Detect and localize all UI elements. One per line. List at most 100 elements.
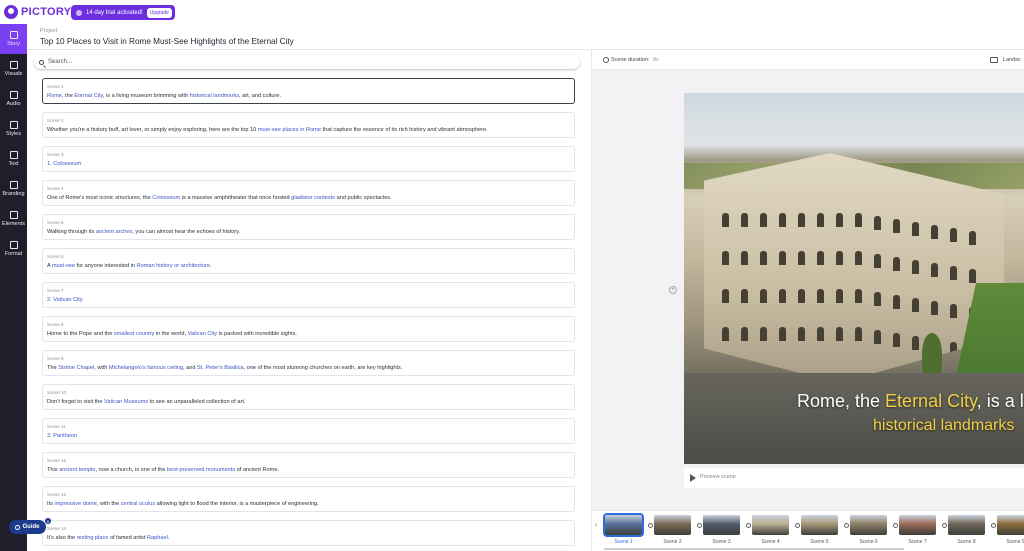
- preview-scene-bar[interactable]: Preview scene: [684, 468, 1024, 488]
- scene-card[interactable]: Scene 13 Its impressive dome, with the ce…: [42, 486, 575, 512]
- highlighted-keyword[interactable]: ancient arches: [96, 229, 132, 235]
- scene-text[interactable]: It's also the resting place of famed art…: [47, 535, 574, 541]
- scene-text[interactable]: Don't forget to visit the Vatican Museum…: [47, 399, 574, 405]
- thumbnail-image[interactable]: [850, 515, 887, 535]
- transition-icon[interactable]: [942, 523, 947, 528]
- scene-text[interactable]: A must-see for anyone interested in Roma…: [47, 263, 574, 269]
- transition-icon[interactable]: [991, 523, 996, 528]
- thumbnail-image[interactable]: [654, 515, 691, 535]
- scene-card[interactable]: Scene 4 One of Rome's most iconic structu…: [42, 180, 575, 206]
- highlighted-keyword[interactable]: Vatican City: [188, 331, 217, 337]
- highlighted-keyword[interactable]: central oculus: [121, 501, 156, 507]
- scene-card[interactable]: Scene 7 2. Vatican City: [42, 282, 575, 308]
- transition-icon[interactable]: [893, 523, 898, 528]
- rail-item-elements[interactable]: Elements: [0, 204, 27, 234]
- scene-card[interactable]: Scene 8 Home to the Pope and the smallest…: [42, 316, 575, 342]
- scene-card[interactable]: Scene 3 1. Colosseum: [42, 146, 575, 172]
- transition-icon[interactable]: [795, 523, 800, 528]
- rail-item-text[interactable]: Text: [0, 144, 27, 174]
- highlighted-keyword[interactable]: Colosseum: [152, 195, 180, 201]
- rail-item-story[interactable]: Story: [0, 24, 27, 54]
- preview-scene-label[interactable]: Preview scene: [700, 474, 736, 480]
- thumbnail-image[interactable]: [703, 515, 740, 535]
- scene-text[interactable]: 3. Pantheon: [47, 433, 574, 439]
- highlighted-keyword[interactable]: Eternal City: [74, 93, 103, 99]
- thumbnail-image[interactable]: [997, 515, 1024, 535]
- highlighted-keyword[interactable]: must-see places in Rome: [258, 127, 321, 133]
- scene-card[interactable]: Scene 10 Don't forget to visit the Vatica…: [42, 384, 575, 410]
- highlighted-keyword[interactable]: Rome: [47, 93, 62, 99]
- highlighted-keyword[interactable]: historical landmarks: [190, 93, 239, 99]
- scene-text[interactable]: Home to the Pope and the smallest countr…: [47, 331, 574, 337]
- scene-thumbnail[interactable]: Scene 6: [844, 515, 890, 549]
- transition-icon[interactable]: [746, 523, 751, 528]
- scene-card[interactable]: Scene 12 This ancient temple, now a churc…: [42, 452, 575, 478]
- highlighted-keyword[interactable]: must-see: [52, 263, 75, 269]
- scene-thumbnail[interactable]: Scene 9: [991, 515, 1024, 549]
- scene-duration-value[interactable]: 8s: [653, 57, 659, 63]
- scene-thumbnail[interactable]: Scene 2: [648, 515, 694, 549]
- scene-thumbnail[interactable]: Scene 7: [893, 515, 939, 549]
- transition-icon[interactable]: [697, 523, 702, 528]
- highlighted-keyword[interactable]: St. Peter's Basilica: [197, 365, 243, 371]
- scene-text[interactable]: 1. Colosseum: [47, 161, 574, 167]
- scene-card[interactable]: Scene 9 The Sistine Chapel, with Michelan…: [42, 350, 575, 376]
- thumbnail-image[interactable]: [948, 515, 985, 535]
- video-preview[interactable]: Rome, the Eternal City, is a livi histor…: [684, 93, 1024, 464]
- preview-play-icon[interactable]: [690, 474, 696, 482]
- highlighted-keyword[interactable]: 2. Vatican City: [47, 297, 83, 303]
- scene-thumbnail[interactable]: Scene 8: [942, 515, 988, 549]
- scene-text[interactable]: This ancient temple, now a church, is on…: [47, 467, 574, 473]
- rail-item-visuals[interactable]: Visuals: [0, 54, 27, 84]
- highlighted-keyword[interactable]: 3. Pantheon: [47, 433, 77, 439]
- scene-thumbnail[interactable]: Scene 4: [746, 515, 792, 549]
- thumbnail-image[interactable]: [899, 515, 936, 535]
- scene-thumbnail[interactable]: Scene 3: [697, 515, 743, 549]
- scene-card[interactable]: Scene 11 3. Pantheon: [42, 418, 575, 444]
- highlighted-keyword[interactable]: smallest country: [114, 331, 154, 337]
- scene-text[interactable]: 2. Vatican City: [47, 297, 574, 303]
- thumbnail-image[interactable]: [801, 515, 838, 535]
- highlighted-keyword[interactable]: resting place: [77, 535, 109, 541]
- highlighted-keyword[interactable]: Raphael: [147, 535, 168, 541]
- scene-text[interactable]: Walking through its ancient arches, you …: [47, 229, 574, 235]
- highlighted-keyword[interactable]: Vatican Museums: [104, 399, 148, 405]
- scene-text[interactable]: Whether you're a history buff, art lover…: [47, 127, 574, 133]
- scene-card[interactable]: Scene 14 It's also the resting place of f…: [42, 520, 575, 546]
- rail-item-styles[interactable]: Styles: [0, 114, 27, 144]
- scene-card[interactable]: Scene 5 Walking through its ancient arche…: [42, 214, 575, 240]
- upgrade-button[interactable]: Upgrade: [146, 7, 172, 18]
- scene-thumbnail[interactable]: Scene 1: [603, 513, 645, 549]
- highlighted-keyword[interactable]: Michelangelo's famous ceiling: [109, 365, 183, 371]
- rail-item-audio[interactable]: Audio: [0, 84, 27, 114]
- add-scene-icon[interactable]: +: [669, 286, 677, 294]
- scene-card[interactable]: Scene 2 Whether you're a history buff, ar…: [42, 112, 575, 138]
- scene-thumbnail[interactable]: Scene 5: [795, 515, 841, 549]
- search-input[interactable]: Search...: [34, 55, 580, 69]
- highlighted-keyword[interactable]: Roman history or architecture: [137, 263, 210, 269]
- scene-text[interactable]: The Sistine Chapel, with Michelangelo's …: [47, 365, 574, 371]
- app-logo[interactable]: PICTORY: [4, 5, 71, 19]
- highlighted-keyword[interactable]: gladiator contests: [291, 195, 335, 201]
- landscape-icon[interactable]: [990, 57, 998, 63]
- transition-icon[interactable]: [844, 523, 849, 528]
- highlighted-keyword[interactable]: ancient temple: [59, 467, 95, 473]
- chevron-left-icon[interactable]: ‹: [595, 522, 597, 529]
- highlighted-keyword[interactable]: Sistine Chapel: [58, 365, 94, 371]
- scene-text[interactable]: Its impressive dome, with the central oc…: [47, 501, 574, 507]
- thumbnail-image[interactable]: [752, 515, 789, 535]
- highlighted-keyword[interactable]: 1. Colosseum: [47, 161, 81, 167]
- project-title[interactable]: Top 10 Places to Visit in Rome Must-See …: [40, 37, 294, 46]
- scene-text[interactable]: Rome, the Eternal City, is a living muse…: [47, 93, 574, 99]
- rail-item-branding[interactable]: Branding: [0, 174, 27, 204]
- layout-label[interactable]: Landsc: [1003, 57, 1021, 63]
- thumbnail-image[interactable]: [603, 513, 644, 537]
- scene-card[interactable]: Scene 1 Rome, the Eternal City, is a livi…: [42, 78, 575, 104]
- scene-card[interactable]: Scene 6 A must-see for anyone interested …: [42, 248, 575, 274]
- rail-item-format[interactable]: Format: [0, 234, 27, 264]
- highlighted-keyword[interactable]: impressive dome: [54, 501, 96, 507]
- guide-button[interactable]: Guide: [9, 520, 46, 534]
- transition-icon[interactable]: [648, 523, 653, 528]
- highlighted-keyword[interactable]: best-preserved monuments: [167, 467, 235, 473]
- scene-text[interactable]: One of Rome's most iconic structures, th…: [47, 195, 574, 201]
